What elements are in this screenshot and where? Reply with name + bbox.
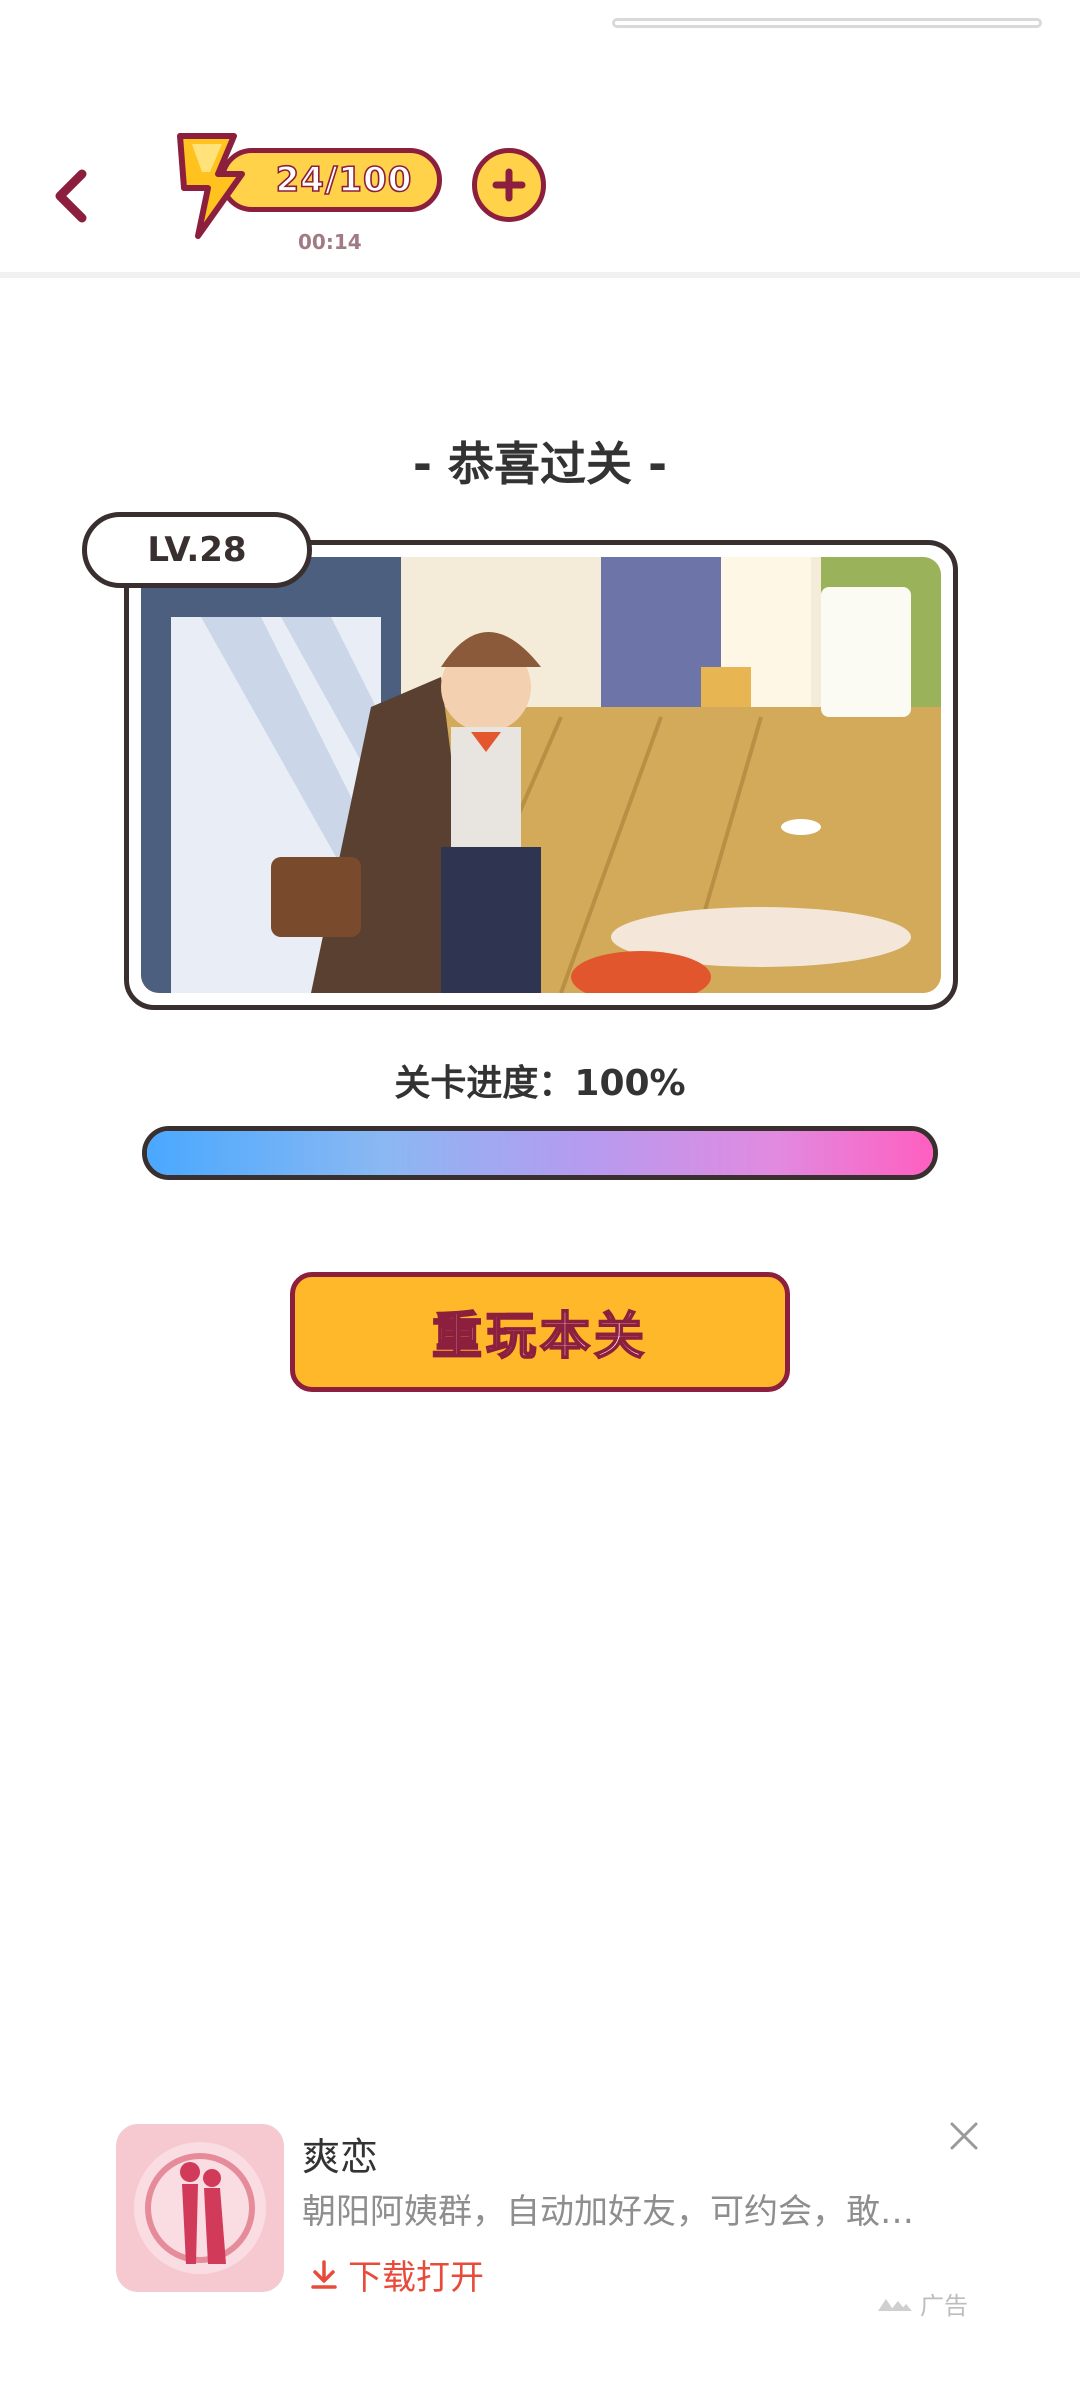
lightning-bolt-icon <box>177 133 245 239</box>
ad-download-link[interactable]: 下载打开 <box>310 2250 484 2299</box>
add-energy-button[interactable] <box>472 148 546 222</box>
ad-banner[interactable]: 爽恋 朝阳阿姨群，自动加好友，可约会，敢… 下载打开 广告 <box>0 2090 1080 2330</box>
ad-label-text: 广告 <box>920 2292 968 2320</box>
replay-level-button[interactable]: 重玩本关 <box>290 1272 790 1392</box>
ad-label: 广告 <box>876 2286 968 2321</box>
ad-network-icon <box>878 2298 912 2311</box>
download-icon <box>311 2259 337 2289</box>
ad-description: 朝阳阿姨群，自动加好友，可约会，敢… <box>302 2192 914 2232</box>
ad-cta-label: 下载打开 <box>348 2258 484 2298</box>
plus-icon <box>492 168 526 202</box>
energy-value: 24/100 <box>275 159 413 201</box>
progress-bar <box>142 1126 938 1180</box>
progress-label: 关卡进度：100% <box>394 1063 686 1104</box>
energy-meter: 24/100 00:14 <box>172 130 452 254</box>
progress-fill <box>147 1131 933 1175</box>
back-button[interactable] <box>40 160 100 232</box>
energy-timer: 00:14 <box>298 230 362 254</box>
chevron-left-icon <box>55 169 87 223</box>
level-image-card <box>124 540 958 1010</box>
ad-app-icon[interactable] <box>116 2124 284 2292</box>
ad-close-button[interactable] <box>944 2116 984 2156</box>
result-title: - 恭喜过关 - <box>412 437 668 491</box>
level-illustration <box>141 557 941 993</box>
close-icon <box>950 2122 978 2150</box>
ad-app-name: 爽恋 <box>302 2135 379 2179</box>
level-badge: LV.28 <box>82 512 312 588</box>
top-bar: 24/100 00:14 <box>0 0 1080 278</box>
